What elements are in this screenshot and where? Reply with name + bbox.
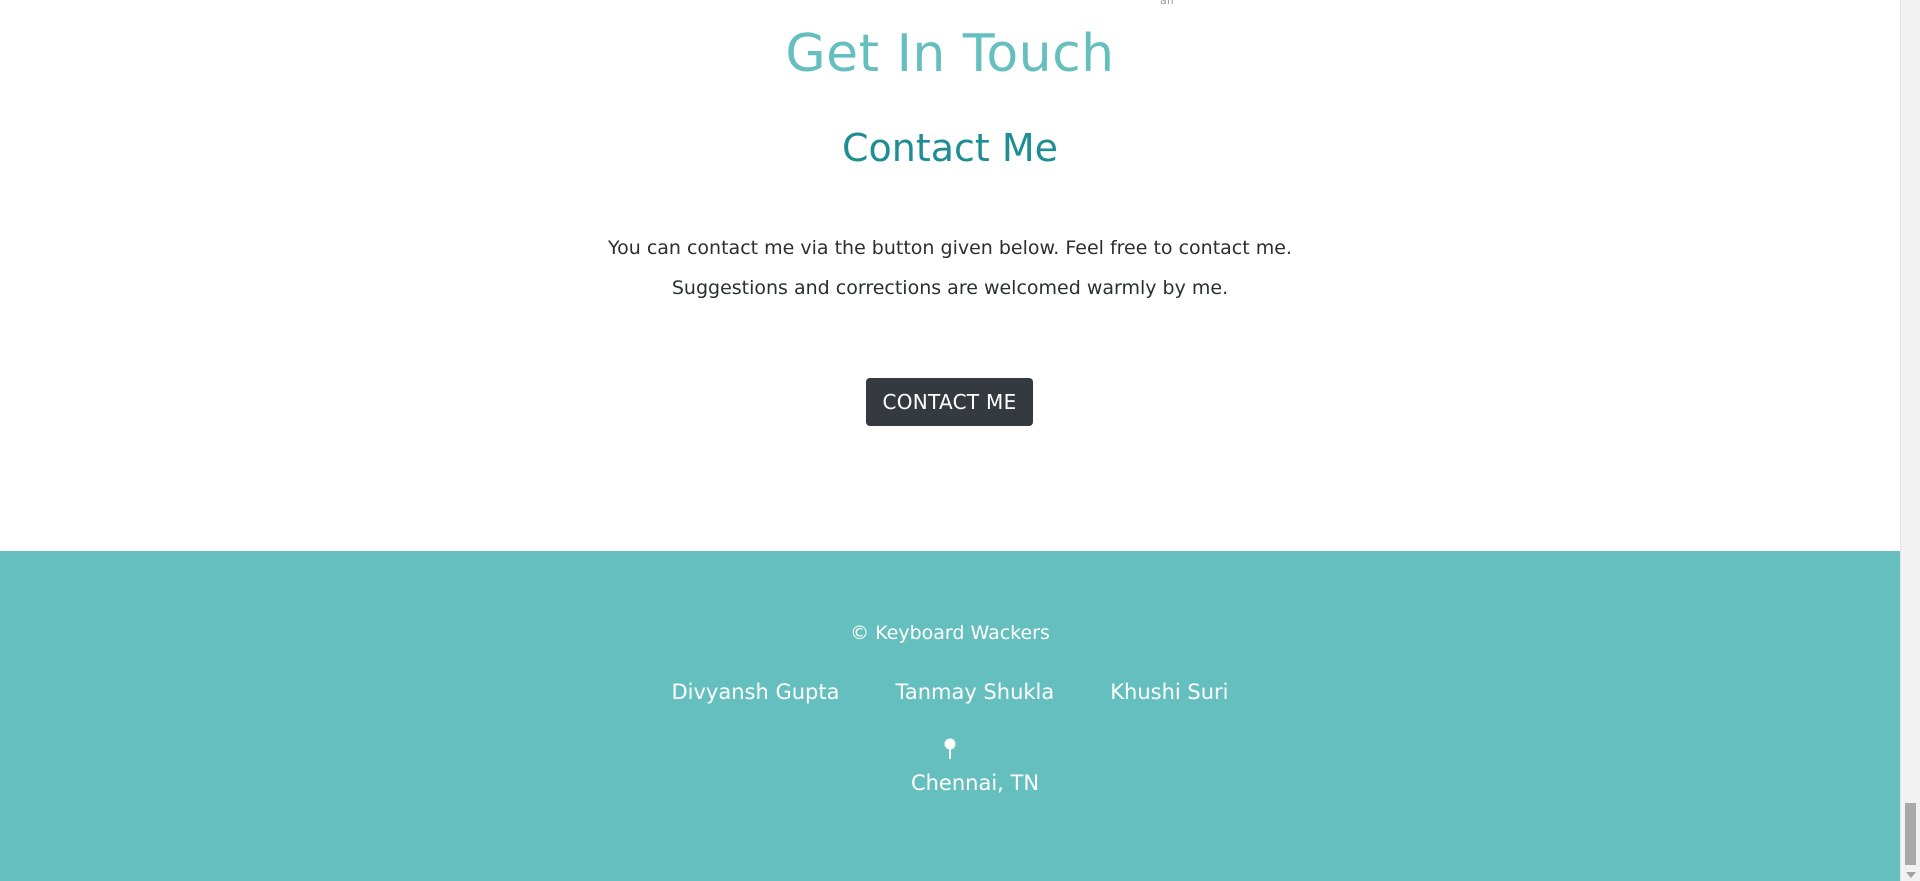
contact-section: aff Get In Touch Contact Me You can cont… bbox=[0, 0, 1900, 551]
page: aff Get In Touch Contact Me You can cont… bbox=[0, 0, 1900, 881]
copyright-text: © Keyboard Wackers bbox=[850, 622, 1050, 644]
map-pin-icon bbox=[944, 738, 956, 759]
member-link-tanmay-shukla[interactable]: Tanmay Shukla bbox=[895, 680, 1054, 704]
team-members: Divyansh Gupta Tanmay Shukla Khushi Suri bbox=[0, 680, 1900, 704]
member-link-divyansh-gupta[interactable]: Divyansh Gupta bbox=[671, 680, 839, 704]
member-link-khushi-suri[interactable]: Khushi Suri bbox=[1110, 680, 1228, 704]
scrollbar-thumb[interactable] bbox=[1905, 803, 1916, 865]
contact-me-button[interactable]: CONTACT ME bbox=[866, 378, 1033, 426]
footer: © Keyboard Wackers Divyansh Gupta Tanmay… bbox=[0, 551, 1900, 881]
contact-subtitle: Contact Me bbox=[841, 126, 1059, 170]
contact-description: You can contact me via the button given … bbox=[0, 228, 1900, 308]
section-title: Get In Touch bbox=[785, 24, 1115, 84]
description-line: You can contact me via the button given … bbox=[608, 237, 1292, 259]
location-text: Chennai, TN bbox=[910, 771, 1040, 795]
clipped-text-fragment: aff bbox=[1160, 0, 1175, 7]
vertical-scrollbar[interactable] bbox=[1900, 0, 1920, 881]
description-line: Suggestions and corrections are welcomed… bbox=[671, 277, 1229, 299]
scroll-down-arrow-icon[interactable] bbox=[1906, 872, 1916, 878]
